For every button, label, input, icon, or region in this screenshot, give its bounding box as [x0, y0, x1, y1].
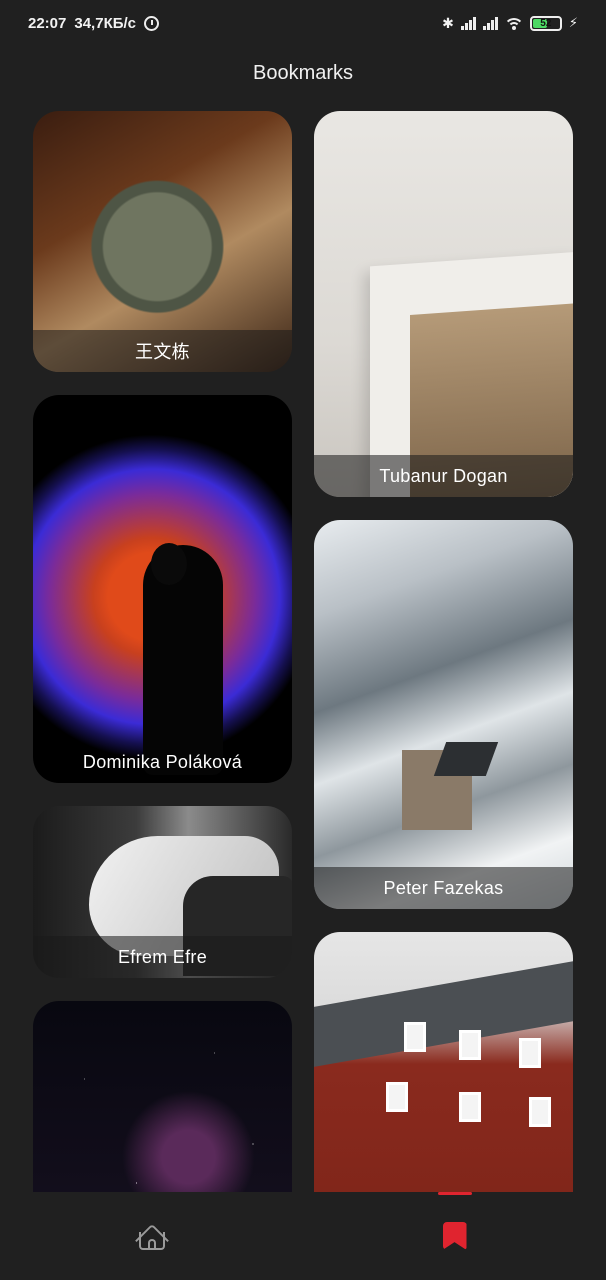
battery-level: 52 — [540, 17, 552, 29]
bookmark-card[interactable]: 王文栋 — [33, 111, 292, 372]
network-speed: 34,7КБ/с — [74, 14, 137, 32]
signal-icon-2 — [482, 16, 498, 30]
nav-home[interactable] — [0, 1192, 303, 1280]
bookmark-card[interactable]: Efrem Efre — [33, 806, 292, 978]
battery-icon: 52 — [529, 15, 562, 31]
bookmark-card[interactable]: Peter Fazekas — [314, 520, 573, 909]
author-label: 王文栋 — [33, 330, 292, 372]
bookmark-card[interactable]: Dominika Poláková — [33, 395, 292, 783]
charging-icon: ⚡ — [568, 15, 578, 30]
author-label: Tubanur Dogan — [314, 455, 573, 497]
author-label: Efrem Efre — [33, 936, 292, 978]
status-bar: 22:07 34,7КБ/с ✱ 52 ⚡ — [0, 0, 606, 46]
active-indicator — [437, 1192, 472, 1195]
alarm-icon — [144, 15, 160, 31]
clock: 22:07 — [28, 14, 67, 32]
wifi-icon — [504, 16, 523, 30]
signal-icon — [460, 16, 476, 30]
bluetooth-icon: ✱ — [442, 14, 454, 31]
bookmark-card[interactable]: Tubanur Dogan — [314, 111, 573, 497]
author-label: Peter Fazekas — [314, 867, 573, 909]
home-icon — [134, 1222, 169, 1258]
page-title: Bookmarks — [252, 62, 354, 84]
author-label: Dominika Poláková — [82, 751, 243, 772]
nav-bookmarks[interactable] — [303, 1192, 606, 1280]
bottom-navigation — [0, 1192, 606, 1280]
bookmark-icon — [442, 1222, 467, 1250]
